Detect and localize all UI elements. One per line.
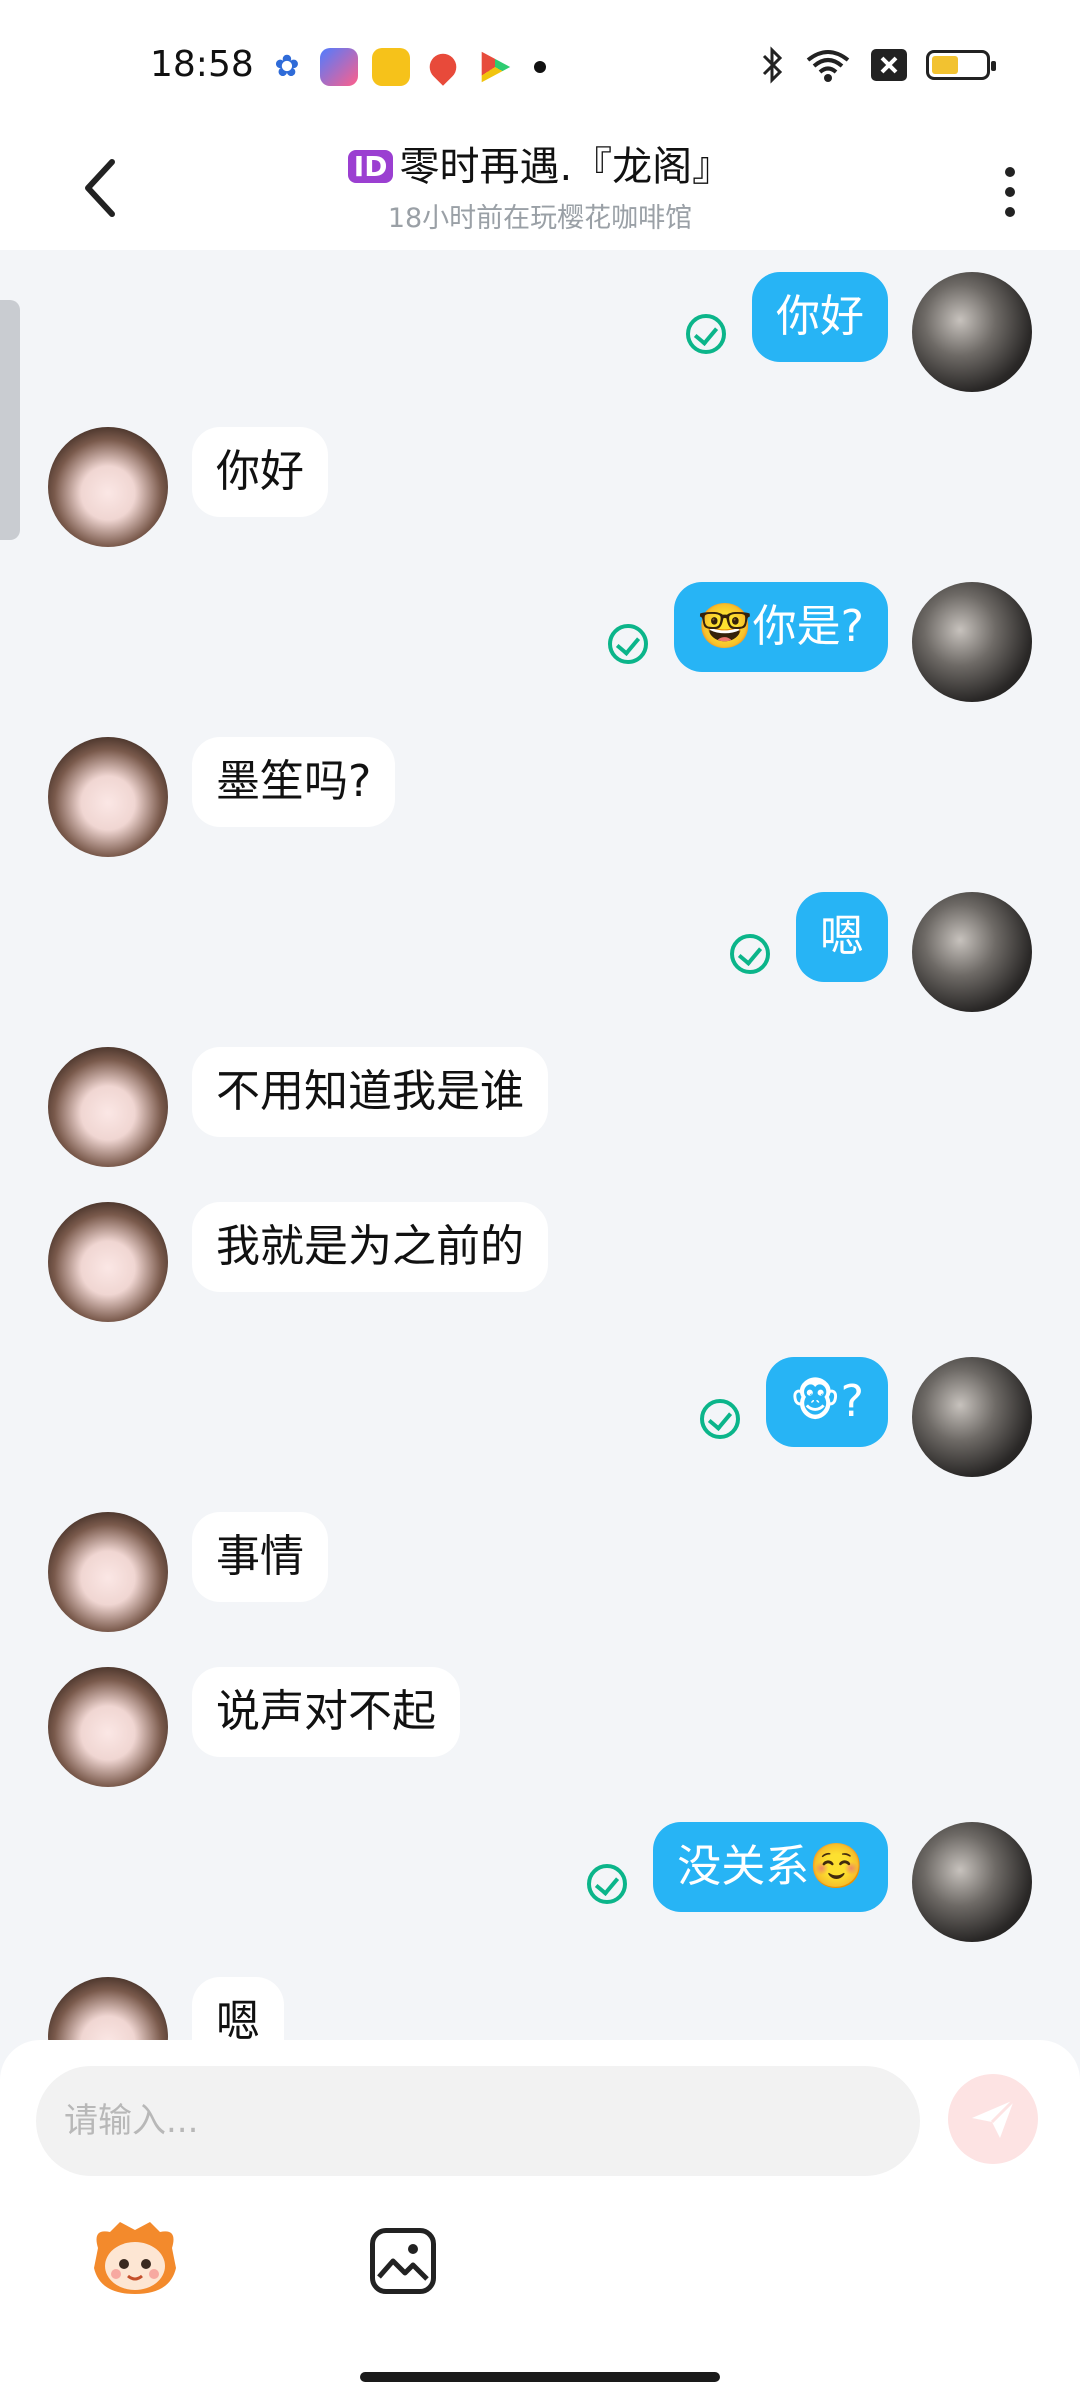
- message-row: 嗯: [0, 890, 1080, 1020]
- image-icon[interactable]: [370, 2228, 436, 2294]
- message-row: 不用知道我是谁: [0, 1045, 1080, 1175]
- edit-app-icon: [320, 48, 358, 86]
- contact-avatar[interactable]: [48, 1512, 168, 1632]
- received-message-bubble[interactable]: 说声对不起: [192, 1667, 460, 1757]
- message-row: 没关系☺️: [0, 1820, 1080, 1950]
- message-row: 墨笙吗?: [0, 735, 1080, 865]
- sent-message-bubble[interactable]: 🤓你是?: [673, 582, 888, 672]
- received-message-bubble[interactable]: 墨笙吗?: [192, 737, 396, 827]
- book-app-icon: [372, 48, 410, 86]
- status-bar: 18:58 ✿: [0, 0, 1080, 130]
- battery-icon: [926, 50, 996, 80]
- read-check-icon: [686, 314, 726, 354]
- baidu-app-icon: ✿: [268, 48, 306, 86]
- my-avatar[interactable]: [912, 272, 1032, 392]
- read-check-icon: [608, 624, 648, 664]
- id-badge: ID: [347, 150, 394, 183]
- status-time: 18:58: [150, 44, 254, 85]
- message-row: 我就是为之前的: [0, 1200, 1080, 1330]
- read-check-icon: [730, 934, 770, 974]
- no-sim-icon: [871, 49, 907, 81]
- mascot-emoji-icon[interactable]: [90, 2218, 180, 2298]
- sent-message-bubble[interactable]: 🐵?: [765, 1357, 888, 1447]
- map-pin-app-icon: [424, 48, 462, 86]
- bluetooth-icon: [762, 46, 783, 84]
- composer-bar: [0, 2040, 1080, 2400]
- my-avatar[interactable]: [912, 1357, 1032, 1477]
- my-avatar[interactable]: [912, 1822, 1032, 1942]
- my-avatar[interactable]: [912, 582, 1032, 702]
- contact-avatar[interactable]: [48, 427, 168, 547]
- message-row: 说声对不起: [0, 1665, 1080, 1795]
- system-icons: [760, 46, 996, 84]
- my-avatar[interactable]: [912, 892, 1032, 1012]
- more-vertical-icon[interactable]: [990, 152, 1030, 232]
- chat-title: ID 零时再遇.『龙阁』: [0, 134, 1080, 192]
- received-message-bubble[interactable]: 你好: [192, 427, 328, 517]
- message-row: 🐵?: [0, 1355, 1080, 1485]
- send-icon: [972, 2098, 1016, 2138]
- message-row: 你好: [0, 270, 1080, 400]
- contact-avatar[interactable]: [48, 737, 168, 857]
- message-input[interactable]: [36, 2066, 920, 2176]
- chat-header: ID 零时再遇.『龙阁』 18小时前在玩樱花咖啡馆: [0, 130, 1080, 250]
- received-message-bubble[interactable]: 不用知道我是谁: [192, 1047, 548, 1137]
- sent-message-bubble[interactable]: 嗯: [796, 892, 888, 982]
- wifi-icon: [806, 50, 850, 82]
- contact-avatar[interactable]: [48, 1667, 168, 1787]
- notification-icons: ✿: [268, 48, 546, 86]
- received-message-bubble[interactable]: 我就是为之前的: [192, 1202, 548, 1292]
- read-check-icon: [700, 1399, 740, 1439]
- read-check-icon: [587, 1864, 627, 1904]
- sent-message-bubble[interactable]: 没关系☺️: [653, 1822, 888, 1912]
- contact-avatar[interactable]: [48, 1047, 168, 1167]
- play-store-app-icon: [481, 51, 511, 83]
- contact-avatar[interactable]: [48, 1202, 168, 1322]
- message-row: 你好: [0, 425, 1080, 555]
- home-indicator[interactable]: [360, 2372, 720, 2382]
- message-row: 事情: [0, 1510, 1080, 1640]
- chat-subtitle: 18小时前在玩樱花咖啡馆: [387, 203, 693, 234]
- chat-title-text: 零时再遇.『龙阁』: [399, 144, 733, 190]
- received-message-bubble[interactable]: 事情: [192, 1512, 328, 1602]
- send-button[interactable]: [948, 2074, 1038, 2164]
- chat-title-block[interactable]: ID 零时再遇.『龙阁』 18小时前在玩樱花咖啡馆: [0, 130, 1080, 235]
- sent-message-bubble[interactable]: 你好: [752, 272, 888, 362]
- message-row: 🤓你是?: [0, 580, 1080, 710]
- more-notifications-dot: [534, 61, 546, 73]
